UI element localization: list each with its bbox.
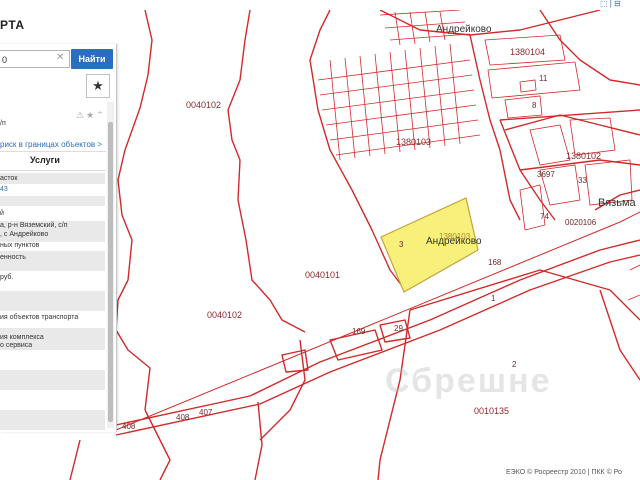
map-copyright: ЕЭКО © Росреестр 2010 | ПКК © Ро (506, 469, 622, 476)
info-row-address-2: , с Андрейково (0, 231, 49, 238)
quarter-label-1380102: 1380102 (566, 151, 602, 161)
find-button[interactable]: Найти (71, 49, 113, 69)
info-row-transport: ия объектов транспорта (0, 314, 79, 321)
parcel-label-29: 29 (394, 324, 403, 333)
window-controls-icon[interactable]: ⬚ | ⊟ (600, 0, 621, 8)
result-header: /п (0, 120, 6, 127)
app-title: РТА (0, 18, 25, 32)
search-panel: 0 ✕ Найти ★ /п ⚠★⌃ риск в границах объек… (0, 44, 117, 432)
info-row-usage: енность (0, 254, 26, 261)
parcel-label-408-b: 408 (176, 413, 190, 422)
parcel-label-407: 407 (199, 408, 213, 417)
settlement-label-andreykovo-top: Андрейково (436, 24, 492, 35)
top-strip: ⬚ | ⊟ (0, 0, 640, 10)
services-label: Услуги (30, 155, 60, 165)
road-label-168: 168 (488, 258, 502, 267)
search-in-bounds-link[interactable]: риск в границах объектов > (0, 140, 102, 149)
parcel-label-8: 8 (532, 101, 537, 110)
road-label-169: 169 (352, 327, 366, 336)
quarter-label-0040102-top: 0040102 (186, 100, 222, 110)
parcel-label-3697: 3697 (537, 170, 555, 179)
parcel-label-1: 1 (491, 294, 496, 303)
plot-small-number: 3 (399, 240, 404, 249)
quarter-label-0040101: 0040101 (305, 270, 341, 280)
panel-scrollbar[interactable] (107, 102, 114, 428)
info-row-cost: руб. (0, 274, 14, 281)
parcel-label-408-a: 408 (122, 422, 136, 431)
quarter-label-1380103: 1380103 (396, 137, 432, 147)
info-row-type: асток (0, 175, 18, 182)
parcel-label-74: 74 (540, 212, 549, 221)
scrollbar-thumb[interactable] (108, 122, 113, 422)
quarter-label-0040102-bottom: 0040102 (207, 310, 243, 320)
parcel-label-11: 11 (539, 74, 548, 83)
watermark: Сбрешне (385, 362, 552, 400)
parcel-label-33: 33 (578, 176, 587, 185)
settlement-label-vyazma: Вязьма (598, 197, 636, 209)
info-row-address-1: а, р-н Вяземский, с/п (0, 222, 68, 229)
info-row-category: ных пунктов (0, 242, 40, 249)
settlement-label-andreykovo-plot: Андрейково (426, 236, 482, 247)
info-row-number-link[interactable]: 43 (0, 186, 8, 193)
quarter-label-0020106: 0020106 (565, 218, 597, 227)
info-row-status: й (0, 210, 4, 217)
info-row-complex: ия комплекса (0, 334, 44, 341)
result-tools-icon[interactable]: ⚠★⌃ (76, 110, 106, 121)
services-header[interactable]: Услуги (0, 151, 106, 171)
quarter-label-1380104: 1380104 (510, 47, 546, 57)
info-row-service: о сервиса (0, 342, 33, 349)
quarter-label-0010135: 0010135 (474, 406, 510, 416)
favorite-star-icon[interactable]: ★ (86, 74, 110, 98)
clear-icon[interactable]: ✕ (56, 52, 64, 63)
